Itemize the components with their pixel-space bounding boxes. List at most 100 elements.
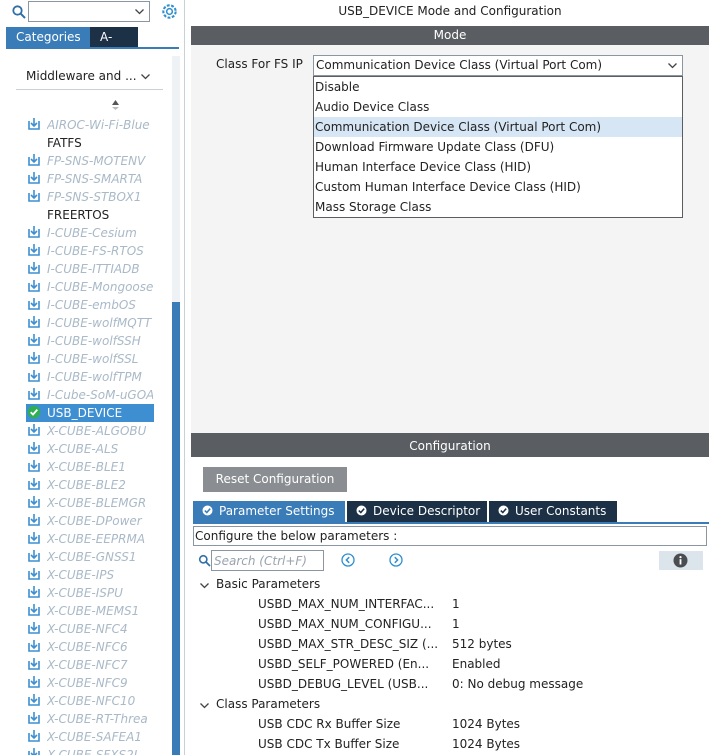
param-row[interactable]: USBD_MAX_STR_DESC_SIZ (... 512 bytes (191, 635, 709, 655)
chevron-down-icon[interactable] (134, 6, 145, 17)
list-item[interactable]: X-CUBE-NFC9 (26, 674, 154, 692)
param-row[interactable]: USBD_MAX_NUM_INTERFAC... 1 (191, 595, 709, 615)
next-icon[interactable] (389, 553, 403, 567)
list-item[interactable]: FP-SNS-STBOX1 (26, 188, 154, 206)
param-row[interactable]: USBD_SELF_POWERED (En... Enabled (191, 655, 709, 675)
chevron-down-icon[interactable] (199, 700, 210, 711)
list-item[interactable]: USB_DEVICE (26, 404, 154, 422)
list-item[interactable]: X-CUBE-DPower (26, 512, 154, 530)
download-icon (28, 334, 40, 346)
list-item[interactable]: X-CUBE-ALS (26, 440, 154, 458)
list-item[interactable]: X-CUBE-NFC7 (26, 656, 154, 674)
tab-device-descriptor[interactable]: Device Descriptor (347, 501, 487, 522)
list-item[interactable]: X-CUBE-NFC6 (26, 638, 154, 656)
category-select[interactable]: Middleware and ... (16, 64, 163, 90)
list-item[interactable]: X-CUBE-NFC4 (26, 620, 154, 638)
group-basic-parameters[interactable]: Basic Parameters (191, 575, 709, 595)
class-option[interactable]: Human Interface Device Class (HID) (314, 157, 682, 177)
class-dropdown-list: Disable Audio Device Class Communication… (313, 76, 683, 218)
group-class-parameters[interactable]: Class Parameters (191, 695, 709, 715)
list-item[interactable]: I-CUBE-wolfTPM (26, 368, 154, 386)
class-option[interactable]: Disable (314, 77, 682, 97)
list-item[interactable]: I-Cube-SoM-uGOA (26, 386, 154, 404)
check-circle-icon (356, 505, 367, 516)
param-row[interactable]: USB CDC Rx Buffer Size 1024 Bytes (191, 715, 709, 735)
list-item[interactable]: X-CUBE-GNSS1 (26, 548, 154, 566)
list-item-label: X-CUBE-BLEMGR (47, 496, 147, 510)
tab-categories[interactable]: Categories (6, 27, 90, 47)
list-item[interactable]: X-CUBE-ISPU (26, 584, 154, 602)
param-name: USB CDC Rx Buffer Size (258, 717, 401, 731)
list-item[interactable]: X-CUBE-BLE2 (26, 476, 154, 494)
reset-configuration-button[interactable]: Reset Configuration (203, 467, 347, 492)
list-item[interactable]: X-CUBE-RT-Threa (26, 710, 154, 728)
list-item-label: X-CUBE-NFC9 (47, 676, 128, 690)
chevron-down-icon[interactable] (199, 580, 210, 591)
search-icon[interactable] (198, 554, 211, 567)
param-value[interactable]: 1 (452, 617, 460, 631)
parameter-search-input[interactable]: Search (Ctrl+F) (211, 550, 324, 571)
list-item[interactable]: I-CUBE-ITTIADB (26, 260, 154, 278)
param-value[interactable]: 1024 Bytes (452, 717, 520, 731)
group-label: Basic Parameters (216, 577, 321, 591)
param-row[interactable]: USBD_MAX_NUM_CONFIGU... 1 (191, 615, 709, 635)
list-item[interactable]: I-CUBE-wolfMQTT (26, 314, 154, 332)
tab-parameter-settings[interactable]: Parameter Settings (193, 501, 345, 522)
list-item[interactable]: I-CUBE-embOS (26, 296, 154, 314)
download-icon (28, 730, 40, 742)
list-item[interactable]: FP-SNS-SMARTA (26, 170, 154, 188)
param-name: USBD_SELF_POWERED (En... (258, 657, 430, 671)
list-item[interactable]: I-CUBE-wolfSSL (26, 350, 154, 368)
download-icon (28, 424, 40, 436)
param-row[interactable]: USBD_DEBUG_LEVEL (USB... 0: No debug mes… (191, 675, 709, 695)
list-item-label: X-CUBE-NFC7 (47, 658, 128, 672)
class-option[interactable]: Communication Device Class (Virtual Port… (314, 117, 682, 137)
component-list: AIROC-Wi-Fi-Blue FATFS FP-SNS-MOTENV FP-SNS… (26, 116, 154, 755)
list-item-label: I-CUBE-wolfSSH (47, 334, 141, 348)
gear-icon[interactable] (160, 2, 179, 21)
list-item[interactable]: X-CUBE-MEMS1 (26, 602, 154, 620)
list-item[interactable]: I-CUBE-Cesium (26, 224, 154, 242)
tab-user-constants[interactable]: User Constants (489, 501, 617, 522)
info-button[interactable] (659, 551, 703, 570)
list-item[interactable]: FREERTOS (26, 206, 154, 224)
list-item-label: I-CUBE-Cesium (47, 226, 137, 240)
check-circle-icon (202, 505, 213, 516)
search-icon[interactable] (11, 4, 27, 20)
component-search-combo[interactable] (28, 1, 150, 22)
param-row[interactable]: USB CDC Tx Buffer Size 1024 Bytes (191, 735, 709, 755)
chevron-down-icon[interactable] (667, 60, 678, 71)
param-value[interactable]: 1024 Bytes (452, 737, 520, 751)
list-item[interactable]: FATFS (26, 134, 154, 152)
list-item[interactable]: X-CUBE-SAFEA1 (26, 728, 154, 746)
list-item[interactable]: X-CUBE-NFC10 (26, 692, 154, 710)
param-value[interactable]: 512 bytes (452, 637, 512, 651)
class-select[interactable]: Communication Device Class (Virtual Port… (313, 55, 683, 76)
list-item[interactable]: I-CUBE-FS-RTOS (26, 242, 154, 260)
param-value[interactable]: 1 (452, 597, 460, 611)
download-icon (28, 298, 40, 310)
list-item[interactable]: X-CUBE-BLE1 (26, 458, 154, 476)
class-option[interactable]: Mass Storage Class (314, 197, 682, 217)
list-item[interactable]: X-CUBE-ALGOBU (26, 422, 154, 440)
param-value[interactable]: Enabled (452, 657, 501, 671)
list-item[interactable]: X-CUBE-IPS (26, 566, 154, 584)
list-item[interactable]: X-CUBE-BLEMGR (26, 494, 154, 512)
class-option[interactable]: Download Firmware Update Class (DFU) (314, 137, 682, 157)
sort-arrow-icon[interactable] (111, 99, 120, 111)
list-item-label: FP-SNS-STBOX1 (47, 190, 142, 204)
scrollbar-thumb[interactable] (172, 302, 180, 755)
prev-icon[interactable] (341, 553, 355, 567)
list-item[interactable]: I-CUBE-wolfSSH (26, 332, 154, 350)
tab-a-to-z[interactable]: A->Z (90, 27, 138, 64)
list-item[interactable]: I-CUBE-Mongoose (26, 278, 154, 296)
chevron-down-icon[interactable] (140, 71, 151, 82)
class-option[interactable]: Audio Device Class (314, 97, 682, 117)
list-item[interactable]: AIROC-Wi-Fi-Blue (26, 116, 154, 134)
list-item[interactable]: X-CUBE-EEPRMA (26, 530, 154, 548)
param-value[interactable]: 0: No debug message (452, 677, 583, 691)
list-item[interactable]: FP-SNS-MOTENV (26, 152, 154, 170)
class-option[interactable]: Custom Human Interface Device Class (HID… (314, 177, 682, 197)
list-item[interactable]: X-CUBE-SFXS2L (26, 746, 154, 755)
left-toolbar (0, 0, 184, 24)
